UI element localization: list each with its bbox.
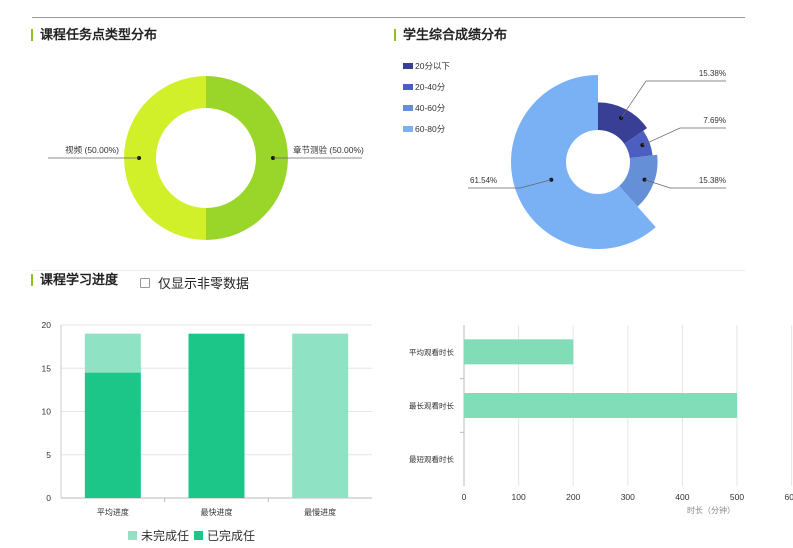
nonzero-data-label: 仅显示非零数据 xyxy=(158,276,250,291)
progress-y-tick-label: 0 xyxy=(46,493,51,503)
watch-time-x-tick-label: 400 xyxy=(675,492,689,502)
task-type-title: 课程任务点类型分布 xyxy=(31,28,157,42)
donut-slice-label: 章节测验 (50.00%) xyxy=(293,145,364,155)
progress-legend-swatch xyxy=(128,531,137,540)
checkbox-box[interactable] xyxy=(140,277,150,288)
watch-time-x-tick-label: 0 xyxy=(462,492,467,502)
score-legend-swatch xyxy=(403,84,413,90)
donut-label-dot xyxy=(137,156,141,160)
rose-label-dot xyxy=(640,143,645,148)
watch-time-x-tick-label: 100 xyxy=(512,492,526,502)
rose-slice xyxy=(510,75,656,249)
middle-divider xyxy=(32,270,745,271)
watch-time-y-tick-label: 最短观看时长 xyxy=(409,454,454,464)
progress-legend-label: 未完成任 xyxy=(141,528,189,543)
score-legend-label: 20-40分 xyxy=(415,82,446,92)
score-legend-swatch xyxy=(403,105,413,111)
progress-y-tick-label: 10 xyxy=(42,407,52,417)
rose-slice xyxy=(598,102,648,144)
learning-progress-title: 课程学习进度 xyxy=(31,273,118,287)
progress-bar-segment xyxy=(188,333,245,498)
progress-bar-segment xyxy=(292,333,349,498)
watch-time-y-tick-label: 平均观看时长 xyxy=(409,347,454,357)
progress-y-tick-label: 5 xyxy=(46,450,51,460)
rose-label-dot xyxy=(549,177,554,182)
score-legend-label: 60-80分 xyxy=(415,124,446,134)
rose-label-dot xyxy=(642,177,647,182)
rose-slice-label: 15.38% xyxy=(699,69,726,78)
progress-x-tick-label: 最慢进度 xyxy=(304,507,336,517)
progress-y-tick-label: 15 xyxy=(42,363,52,373)
donut-slice-label: 视频 (50.00%) xyxy=(65,145,119,155)
score-rose-chart: 15.38% 7.69% 15.38% 61.54% 20分以下 20-40分 40-60分… xyxy=(403,61,726,249)
rose-slice xyxy=(624,130,653,159)
watch-time-x-tick-label: 600 xyxy=(785,492,793,502)
progress-legend-swatch xyxy=(194,531,203,540)
progress-bar-segment xyxy=(84,333,141,373)
watch-time-bar xyxy=(464,339,574,365)
progress-y-tick-label: 20 xyxy=(42,320,52,330)
rose-leader-line xyxy=(620,80,726,119)
rose-leader-line xyxy=(642,127,726,146)
nonzero-data-checkbox[interactable]: 仅显示非零数据 xyxy=(140,273,249,292)
donut-slice xyxy=(206,76,288,240)
progress-legend-label: 已完成任 xyxy=(207,528,255,543)
progress-x-tick-label: 平均进度 xyxy=(97,507,129,517)
progress-bar-chart: 0 5 10 15 20 平均进度 最快进度 最慢进度未完成任 已完成任 xyxy=(42,320,372,543)
watch-time-x-tick-label: 200 xyxy=(566,492,580,502)
score-distribution-title: 学生综合成绩分布 xyxy=(394,28,507,42)
rose-slice-label: 15.38% xyxy=(699,176,726,185)
score-legend-label: 20分以下 xyxy=(415,61,450,71)
watch-time-x-axis-label: 时长（分钟） xyxy=(687,505,735,515)
rose-slice xyxy=(619,154,658,207)
rose-leader-line xyxy=(468,179,552,189)
watch-time-x-tick-label: 300 xyxy=(621,492,635,502)
score-legend-swatch xyxy=(403,63,413,69)
rose-label-dot xyxy=(619,115,624,120)
rose-slice-label: 7.69% xyxy=(703,116,726,125)
rose-leader-line xyxy=(644,179,726,189)
task-type-donut-chart: 章节测验 (50.00%) 视频 (50.00%) xyxy=(48,76,364,240)
donut-label-dot xyxy=(271,156,275,160)
progress-x-tick-label: 最快进度 xyxy=(201,507,233,517)
score-legend-swatch xyxy=(403,126,413,132)
rose-slice-label: 61.54% xyxy=(470,176,497,185)
progress-bar-segment xyxy=(84,372,141,498)
score-legend-label: 40-60分 xyxy=(415,103,446,113)
watch-time-x-tick-label: 500 xyxy=(730,492,744,502)
top-divider xyxy=(32,17,745,18)
donut-slice xyxy=(124,76,206,240)
watch-time-bar-chart: 0 100 200 300 400 500 600 平均观看时长最长观看时长最短观看时长时长（… xyxy=(409,325,793,515)
watch-time-bar xyxy=(464,393,737,418)
watch-time-y-tick-label: 最长观看时长 xyxy=(409,401,454,411)
